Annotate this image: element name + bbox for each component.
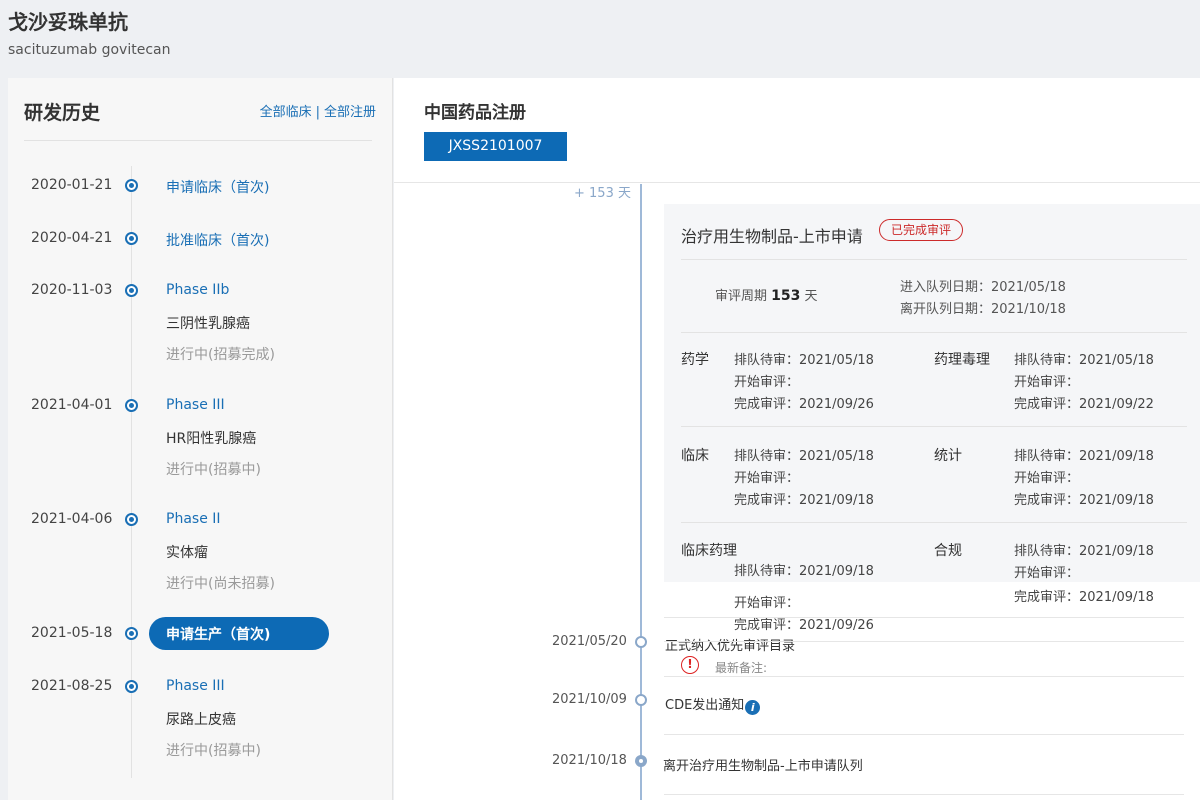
history-phase-link[interactable]: Phase III (166, 678, 225, 694)
registration-divider (394, 182, 1200, 183)
start-review: 开始审评： (734, 596, 800, 611)
status-badge: 已完成审评 (879, 219, 964, 241)
queue-date: 排队待审：2021/09/18 (1014, 449, 1154, 464)
link-separator: | (315, 105, 320, 120)
registration-timeline-line (640, 184, 642, 800)
event-text: 正式纳入优先审评目录 (665, 639, 796, 654)
history-divider (24, 140, 372, 141)
history-links: 全部临床 | 全部注册 (260, 101, 376, 120)
registration-title: 中国药品注册 (424, 103, 526, 123)
all-clinical-link[interactable]: 全部临床 (260, 105, 312, 120)
selected-history-button[interactable]: 申请生产（首次) (149, 617, 329, 650)
history-date: 2021-04-06 (31, 511, 113, 527)
review-card: 治疗用生物制品-上市申请 已完成审评 审评周期 153 天 进入队列日期：202… (664, 204, 1200, 582)
complete-review: 完成审评：2021/09/18 (1014, 493, 1154, 508)
card-divider (681, 522, 1187, 523)
complete-review: 完成审评：2021/09/18 (1014, 590, 1154, 605)
history-title: 研发历史 (24, 102, 101, 124)
timeline-dot-icon (125, 179, 138, 192)
event-text: CDE发出通知 i (665, 694, 761, 715)
history-indication: 尿路上皮癌 (166, 712, 236, 728)
timeline-dot-icon (635, 636, 647, 648)
complete-review: 完成审评：2021/09/18 (734, 493, 874, 508)
timeline-dot-icon (635, 755, 647, 767)
history-date: 2021-08-25 (31, 678, 113, 694)
all-registration-link[interactable]: 全部注册 (324, 105, 376, 120)
complete-review: 完成审评：2021/09/26 (734, 397, 874, 412)
history-phase-link[interactable]: Phase III (166, 397, 225, 413)
review-cycle-label: 审评周期 (715, 289, 768, 304)
event-text: 离开治疗用生物制品-上市申请队列 (663, 759, 863, 774)
history-date: 2021-05-18 (31, 625, 113, 641)
info-icon[interactable]: i (745, 700, 761, 715)
history-phase-link[interactable]: Phase IIb (166, 282, 229, 298)
timeline-dot-icon (125, 627, 138, 640)
timeline-dot-icon (125, 232, 138, 245)
history-date: 2020-11-03 (31, 282, 113, 298)
timeline-dot-icon (125, 284, 138, 297)
enter-queue-date: 进入队列日期：2021/05/18 (900, 280, 1066, 295)
start-review: 开始审评： (1014, 375, 1080, 390)
review-cycle-unit: 天 (804, 289, 818, 304)
timeline-dot-icon (125, 513, 138, 526)
card-divider (681, 426, 1187, 427)
latest-note-label: 最新备注: (715, 661, 768, 675)
history-indication: 三阴性乳腺癌 (166, 316, 250, 332)
timeline-dot-icon (635, 694, 647, 706)
timeline-dot-icon (125, 399, 138, 412)
queue-date: 排队待审：2021/05/18 (734, 449, 874, 464)
timeline-dot-icon (125, 680, 138, 693)
event-divider (664, 641, 1184, 642)
application-type: 治疗用生物制品-上市申请 (681, 227, 863, 246)
drug-english-name: sacituzumab govitecan (8, 42, 171, 58)
card-divider (681, 332, 1187, 333)
history-indication: HR阳性乳腺癌 (166, 431, 257, 447)
event-divider (664, 734, 1184, 735)
event-date: 2021/10/09 (552, 692, 627, 707)
history-date: 2020-01-21 (31, 177, 113, 193)
history-date: 2020-04-21 (31, 230, 113, 246)
start-review: 开始审评： (734, 471, 800, 486)
queue-date: 排队待审：2021/09/18 (734, 564, 874, 579)
history-status: 进行中(招募中) (166, 462, 261, 478)
history-phase-link[interactable]: 批准临床（首次) (166, 230, 269, 250)
review-cycle-days: 153 (771, 288, 801, 304)
review-cycle: 审评周期 153 天 (715, 285, 818, 304)
discipline-name: 药学 (681, 352, 709, 368)
event-divider (664, 794, 1184, 795)
history-status: 进行中(尚未招募) (166, 576, 275, 592)
event-date: 2021/10/18 (552, 753, 627, 768)
complete-review: 完成审评：2021/09/22 (1014, 397, 1154, 412)
event-date: 2021/05/20 (552, 634, 627, 649)
leave-queue-date: 离开队列日期：2021/10/18 (900, 302, 1066, 317)
queue-date: 排队待审：2021/09/18 (1014, 544, 1154, 559)
event-divider (664, 617, 1184, 618)
drug-name: 戈沙妥珠单抗 (8, 10, 128, 34)
history-phase-link[interactable]: 申请临床（首次) (166, 177, 269, 197)
event-divider (664, 676, 1184, 677)
history-panel: 研发历史 全部临床 | 全部注册 2020-01-21 申请临床（首次) 2020-… (8, 78, 393, 800)
discipline-name: 临床药理 (681, 543, 737, 559)
history-phase-link[interactable]: Phase II (166, 511, 221, 527)
start-review: 开始审评： (1014, 471, 1080, 486)
drug-header: 戈沙妥珠单抗 sacituzumab govitecan (0, 0, 1200, 78)
discipline-name: 药理毒理 (934, 352, 990, 368)
history-date: 2021-04-01 (31, 397, 113, 413)
discipline-name: 合规 (934, 543, 962, 559)
interval-label: + 153 天 (574, 186, 631, 201)
start-review: 开始审评： (734, 375, 800, 390)
event-text-label: CDE发出通知 (665, 698, 745, 713)
history-status: 进行中(招募中) (166, 743, 261, 759)
registration-panel: 中国药品注册 JXSS2101007 + 153 天 治疗用生物制品-上市申请 … (394, 78, 1200, 800)
registration-tab[interactable]: JXSS2101007 (424, 132, 567, 161)
start-review: 开始审评： (1014, 566, 1080, 581)
discipline-name: 统计 (934, 448, 962, 464)
history-status: 进行中(招募完成) (166, 347, 275, 363)
discipline-name: 临床 (681, 448, 709, 464)
queue-date: 排队待审：2021/05/18 (1014, 353, 1154, 368)
warning-icon: ! (681, 656, 699, 674)
history-indication: 实体瘤 (166, 545, 208, 561)
card-divider (681, 259, 1187, 260)
queue-date: 排队待审：2021/05/18 (734, 353, 874, 368)
